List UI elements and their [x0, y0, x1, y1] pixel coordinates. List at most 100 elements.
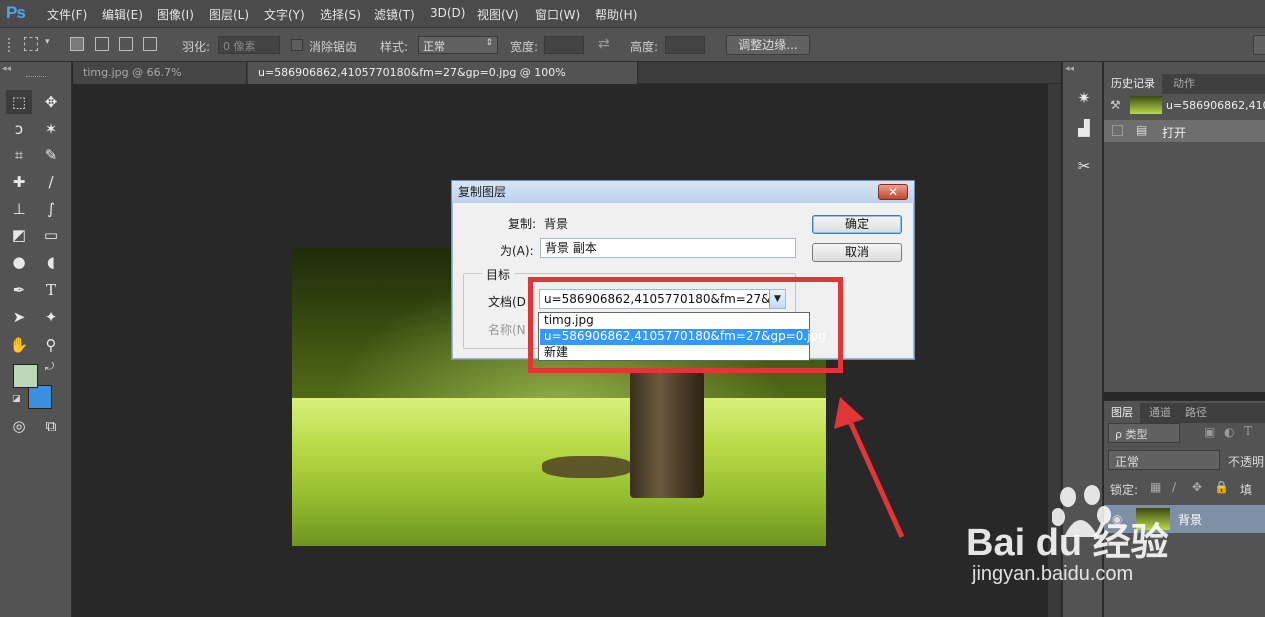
tab-actions[interactable]: 动作 — [1166, 74, 1202, 94]
tab-u586906862[interactable]: u=586906862,4105770180&fm=27&gp=0.jpg @ … — [248, 62, 638, 101]
lasso-tool-icon[interactable]: ↄ — [6, 117, 32, 141]
collapse-icon[interactable]: ◂◂ — [1065, 64, 1074, 74]
tab-history[interactable]: 历史记录 — [1104, 74, 1162, 94]
fill-label: 填 — [1240, 483, 1253, 497]
history-item-label: 打开 — [1162, 126, 1187, 140]
histogram-icon[interactable]: ▟ — [1071, 116, 1097, 140]
tab-paths[interactable]: 路径 — [1178, 403, 1214, 423]
new-selection-icon[interactable] — [70, 37, 84, 51]
refine-edge-button[interactable]: 调整边缘... — [726, 35, 810, 55]
snapshot-thumbnail[interactable] — [1130, 96, 1162, 114]
menu-edit[interactable]: 编辑(E) — [102, 6, 143, 23]
eyedropper-icon[interactable]: ✎ — [38, 143, 64, 167]
subtract-selection-icon[interactable] — [119, 37, 133, 51]
add-selection-icon[interactable] — [95, 37, 109, 51]
menu-layer[interactable]: 图层(L) — [209, 6, 249, 23]
crop-tool-icon[interactable]: ⌗ — [6, 143, 32, 167]
hand-tool-icon[interactable]: ✋ — [6, 333, 32, 357]
shape-tool-icon[interactable]: ✦ — [38, 305, 64, 329]
name-label: 名称(N — [488, 323, 526, 337]
dialog-title: 复制图层 — [452, 181, 914, 203]
eraser-icon[interactable]: ◩ — [6, 223, 32, 247]
menu-type[interactable]: 文字(Y) — [264, 6, 305, 23]
as-label: 为(A): — [500, 244, 534, 258]
photo-fallen-leaves — [542, 456, 632, 478]
screen-mode-icon[interactable]: ⧉ — [38, 414, 64, 438]
document-tabs: timg.jpg @ 66.7%(RGB/8#)× u=586906862,41… — [73, 62, 1061, 101]
menu-bar: Ps 文件(F) 编辑(E) 图像(I) 图层(L) 文字(Y) 选择(S) 滤… — [0, 0, 1265, 28]
duplicate-value: 背景 — [544, 217, 569, 231]
clone-stamp-icon[interactable]: ⊥ — [6, 197, 32, 221]
menu-select[interactable]: 选择(S) — [320, 6, 361, 23]
workspace-button[interactable] — [1253, 35, 1265, 55]
layer-filter-select[interactable]: ρ 类型 — [1108, 423, 1180, 443]
menu-view[interactable]: 视图(V) — [477, 6, 519, 23]
annotation-highlight-box — [528, 277, 843, 373]
background-color-swatch[interactable] — [28, 385, 52, 409]
baidu-watermark: Bai du 经验 jingyan.baidu.com — [966, 485, 1206, 595]
blur-tool-icon[interactable]: ● — [6, 250, 32, 274]
snapshot-label[interactable]: u=586906862,41057 — [1166, 99, 1265, 112]
tab-timg[interactable]: timg.jpg @ 66.7%(RGB/8#)× — [73, 62, 247, 101]
height-input[interactable] — [665, 36, 705, 54]
tab-channels[interactable]: 通道 — [1142, 403, 1178, 423]
layer-name-input[interactable]: 背景 副本 — [540, 238, 796, 258]
swap-icon[interactable]: ⇄ — [598, 36, 610, 52]
tab-layers[interactable]: 图层 — [1104, 403, 1140, 423]
filter-image-icon[interactable]: ▣ — [1204, 425, 1215, 439]
destination-group-label: 目标 — [482, 266, 515, 283]
close-button[interactable]: ✕ — [878, 184, 908, 200]
updown-icon: ⇕ — [485, 38, 493, 48]
menu-window[interactable]: 窗口(W) — [535, 6, 580, 23]
pen-tool-icon[interactable]: ✒ — [6, 278, 32, 302]
swap-colors-icon[interactable]: ⤾ — [45, 360, 54, 374]
menu-3d[interactable]: 3D(D) — [430, 6, 465, 20]
rectangular-marquee-icon[interactable]: ⬚ — [6, 90, 32, 114]
cancel-button[interactable]: 取消 — [812, 243, 902, 262]
gradient-tool-icon[interactable]: ▭ — [38, 223, 64, 247]
filter-type-icon[interactable]: T — [1244, 424, 1252, 438]
history-brush-icon[interactable]: ∫ — [38, 197, 64, 221]
photoshop-logo: Ps — [6, 3, 26, 22]
path-selection-icon[interactable]: ➤ — [6, 305, 32, 329]
annotation-arrow — [834, 397, 905, 539]
width-input[interactable] — [544, 36, 584, 54]
dodge-tool-icon[interactable]: ◖ — [38, 250, 64, 274]
collapse-icon[interactable]: ◂◂ — [2, 64, 11, 74]
feather-label: 羽化: — [182, 40, 211, 54]
history-item[interactable]: ▤ 打开 — [1104, 120, 1265, 142]
type-tool-icon[interactable]: T — [38, 278, 64, 302]
ok-button[interactable]: 确定 — [812, 215, 902, 234]
intersect-selection-icon[interactable] — [143, 37, 157, 51]
width-label: 宽度: — [510, 40, 539, 54]
lock-all-icon[interactable]: 🔒 — [1214, 480, 1229, 494]
marquee-preset-icon[interactable] — [24, 37, 38, 51]
filter-adjustment-icon[interactable]: ◐ — [1224, 425, 1234, 439]
brush-tool-icon[interactable]: ∕ — [38, 170, 64, 194]
menu-filter[interactable]: 滤镜(T) — [374, 6, 415, 23]
move-tool-icon[interactable]: ✥ — [38, 90, 64, 114]
antialias-checkbox[interactable] — [291, 39, 303, 51]
style-label: 样式: — [380, 40, 409, 54]
magic-wand-icon[interactable]: ✶ — [38, 117, 64, 141]
feather-input[interactable]: 0 像素 — [218, 36, 280, 54]
duplicate-label: 复制: — [508, 217, 537, 231]
foreground-color-swatch[interactable] — [13, 364, 38, 388]
menu-image[interactable]: 图像(I) — [157, 6, 194, 23]
zoom-tool-icon[interactable]: ⚲ — [38, 333, 64, 357]
navigator-icon[interactable]: ✷ — [1071, 86, 1097, 110]
blend-mode-select[interactable]: 正常 — [1108, 450, 1220, 470]
history-brush-source-icon[interactable]: ⚒ — [1110, 98, 1121, 112]
style-select[interactable]: 正常 ⇕ — [418, 36, 498, 54]
watermark-url: jingyan.baidu.com — [972, 563, 1134, 585]
healing-brush-icon[interactable]: ✚ — [6, 170, 32, 194]
options-grip — [8, 38, 12, 52]
menu-file[interactable]: 文件(F) — [47, 6, 87, 23]
chevron-down-icon[interactable]: ▾ — [45, 37, 50, 47]
quick-mask-icon[interactable]: ◎ — [6, 414, 32, 438]
history-source-checkbox[interactable] — [1112, 125, 1123, 136]
tool-presets-icon[interactable]: ✂ — [1071, 154, 1097, 178]
document-label: 文档(D — [488, 295, 526, 309]
default-colors-icon[interactable]: ◪ — [12, 394, 21, 404]
menu-help[interactable]: 帮助(H) — [595, 6, 637, 23]
